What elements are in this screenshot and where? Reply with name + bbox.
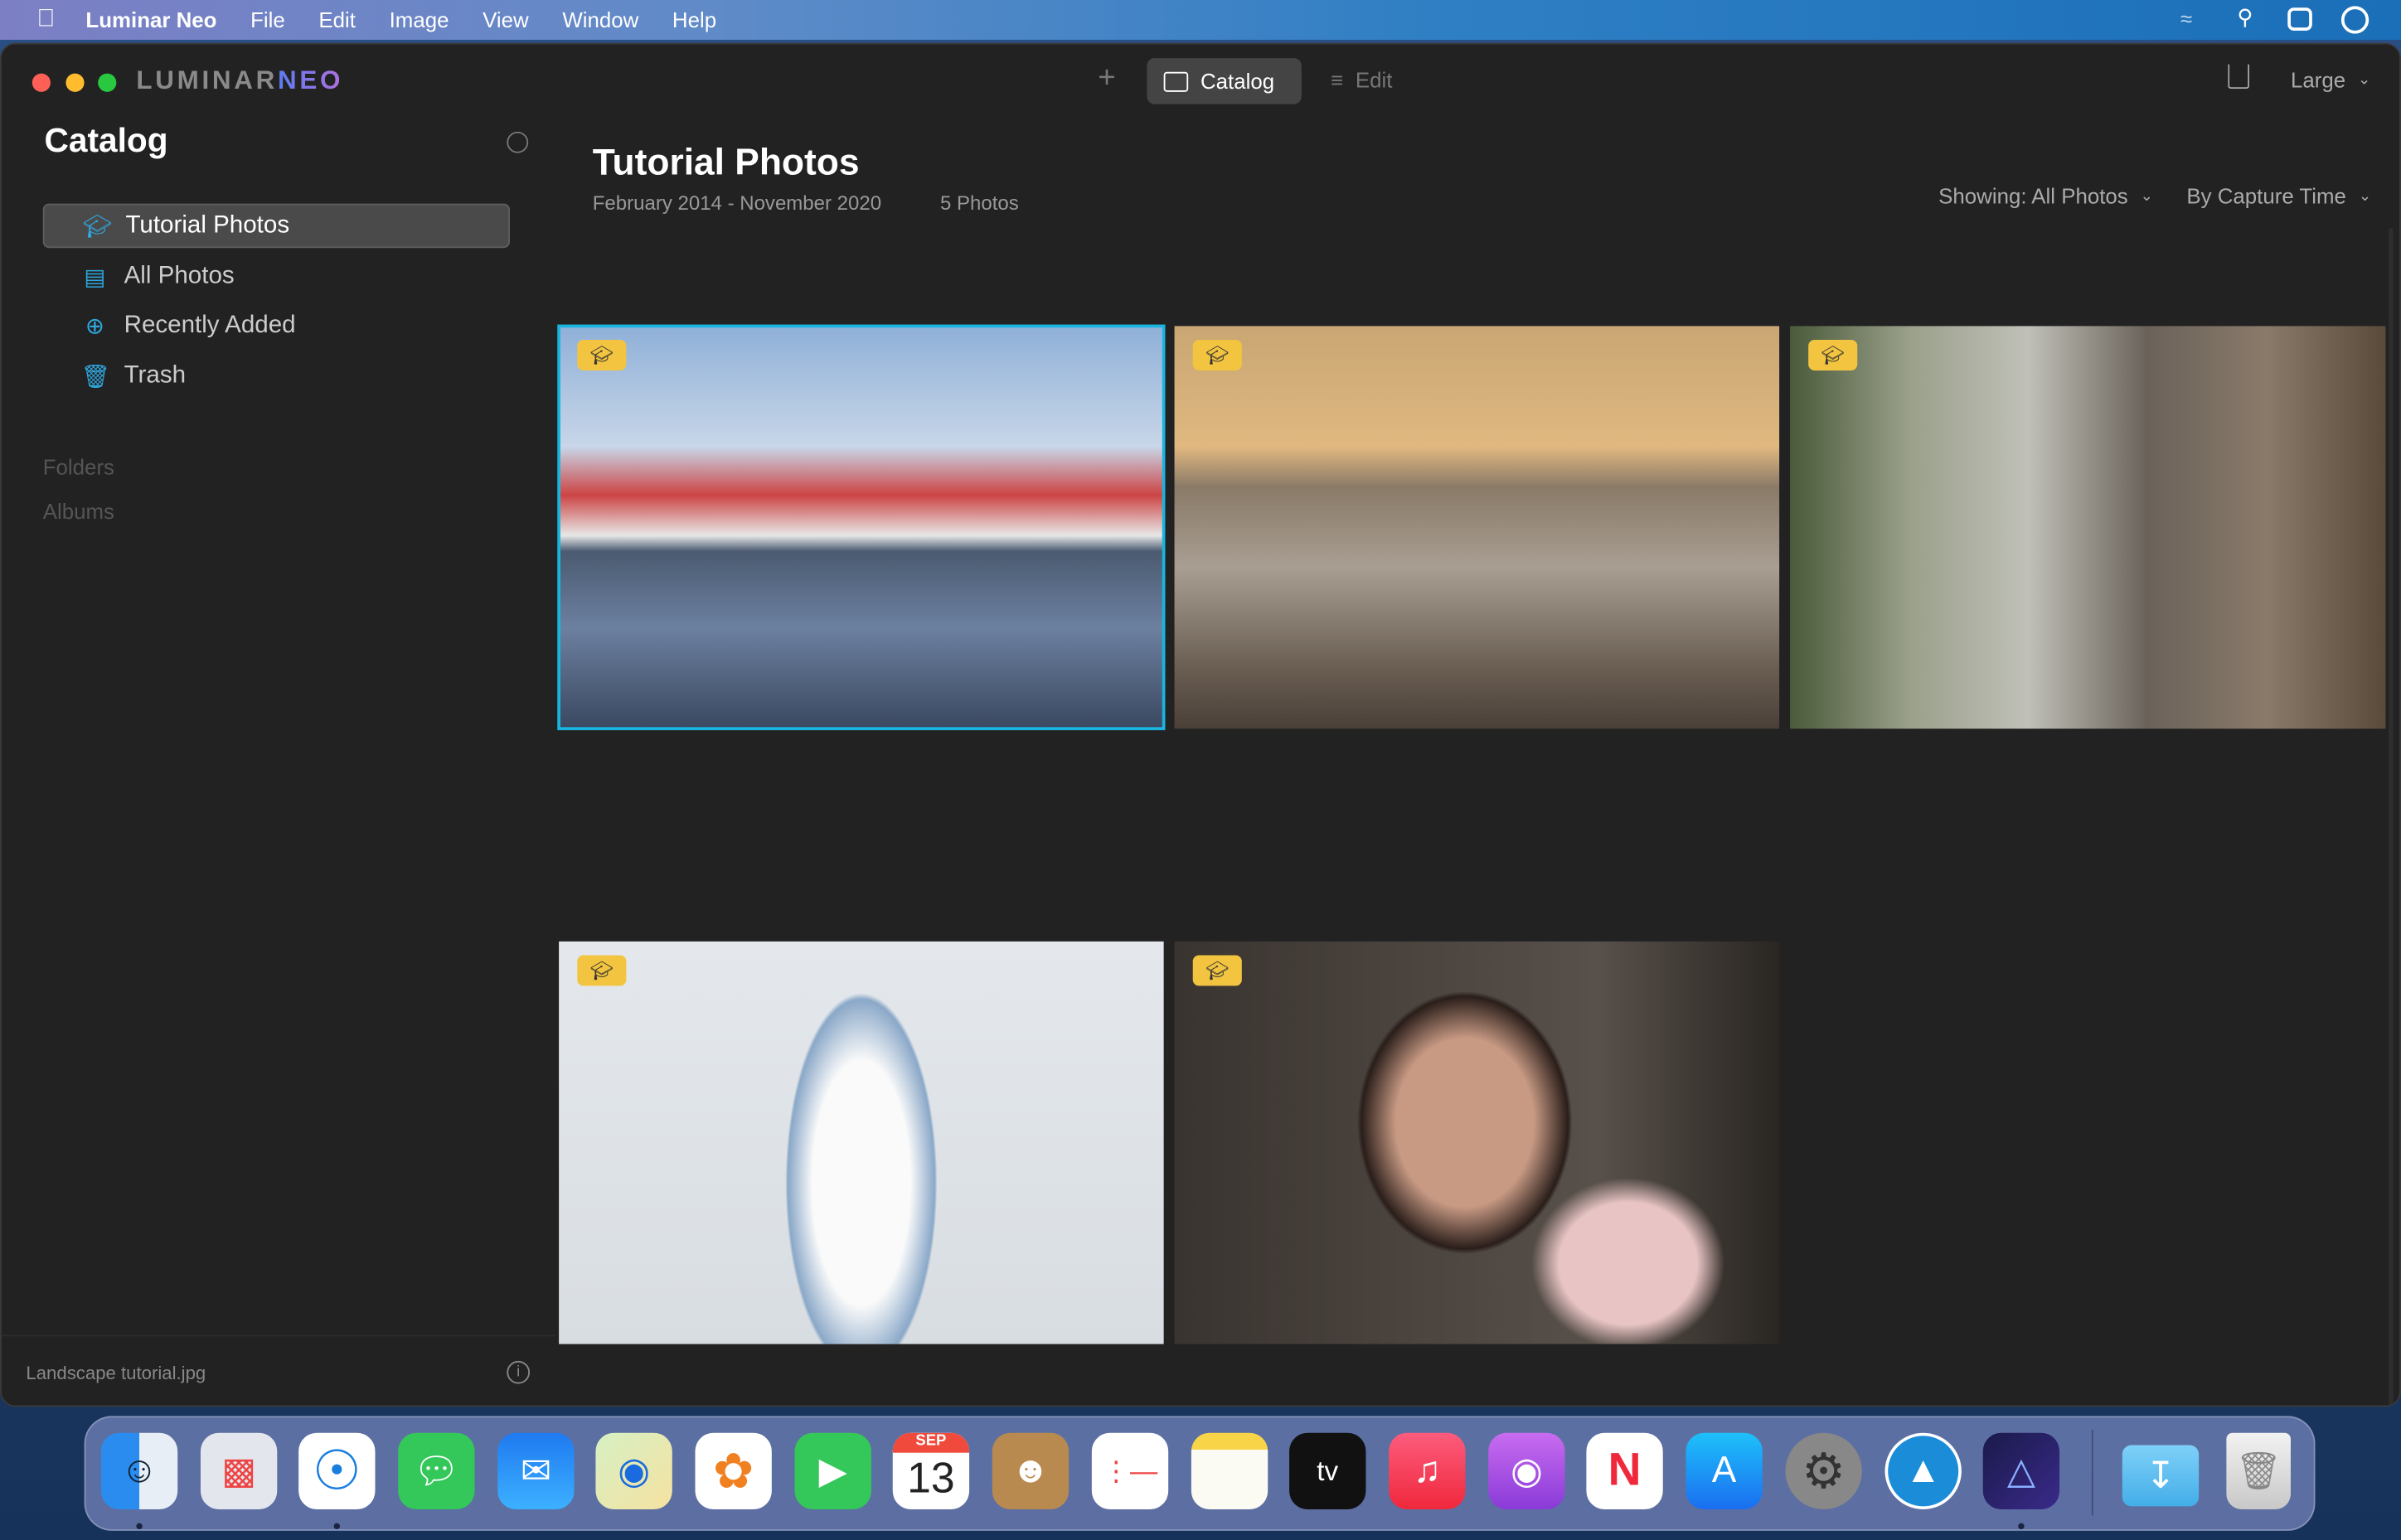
dock: ☺ ▩ ☉ 💬︎ ✉ ◉ ✿ ▶ SEP 13 ☻ ⋮— tv ♫ ◉ N A … — [84, 1416, 2316, 1531]
running-indicator — [333, 1523, 341, 1530]
minimize-button[interactable] — [65, 73, 85, 92]
dock-apple-tv-icon[interactable]: tv — [1289, 1432, 1366, 1510]
sliders-icon: ≡ — [1330, 67, 1344, 92]
dock-launchpad-icon[interactable]: ▩ — [200, 1432, 278, 1510]
sidebar-item-label: All Photos — [124, 262, 235, 289]
photo-thumbnail[interactable]: 🎓︎ — [1790, 326, 2386, 729]
photo-thumbnail[interactable]: 🎓︎ — [559, 941, 1164, 1344]
dock-music-icon[interactable]: ♫ — [1389, 1432, 1466, 1510]
add-icon[interactable]: + — [1098, 61, 1116, 96]
wifi-icon[interactable]: ≈ — [2180, 6, 2192, 31]
scrollbar[interactable] — [2389, 228, 2394, 1406]
photo-thumbnail[interactable]: 🎓︎ — [1174, 326, 1780, 729]
apple-icon[interactable]:  — [36, 6, 55, 33]
sidebar-item-label: Tutorial Photos — [125, 211, 290, 239]
thumbnail-size-dropdown[interactable]: Large ⌄ — [2291, 67, 2370, 92]
control-center-icon[interactable] — [2287, 7, 2312, 31]
desktop:  Luminar Neo File Edit Image View Windo… — [0, 0, 2401, 1540]
dock-system-preferences-icon[interactable]: ⚙ — [1785, 1432, 1862, 1510]
menu-edit[interactable]: Edit — [318, 7, 356, 32]
menu-image[interactable]: Image — [390, 7, 449, 32]
selected-file-name: Landscape tutorial.jpg — [26, 1362, 206, 1384]
sidebar-footer-divider — [1, 1334, 556, 1337]
dock-news-icon[interactable]: N — [1586, 1432, 1663, 1510]
dock-reminders-icon[interactable]: ⋮— — [1091, 1432, 1169, 1510]
spotlight-search-icon[interactable]: ⚲ — [2237, 5, 2253, 31]
tab-edit[interactable]: ≡ Edit — [1331, 67, 1392, 92]
luminar-window: LUMINARNEO + Catalog ≡ Edit Large ⌄ Catal… — [0, 42, 2401, 1407]
close-button[interactable] — [32, 73, 51, 92]
sidebar-section-folders[interactable]: Folders — [43, 455, 114, 480]
running-indicator — [136, 1523, 143, 1530]
chevron-down-icon: ⌄ — [2357, 70, 2371, 89]
tab-catalog-label: Catalog — [1200, 69, 1275, 94]
menu-file[interactable]: File — [250, 7, 285, 32]
dock-safari-icon[interactable]: ☉ — [298, 1432, 376, 1510]
dock-downloads-folder-icon[interactable]: ↧ — [2122, 1445, 2200, 1507]
chevron-down-icon: ⌄ — [2358, 187, 2372, 205]
photo-thumbnail[interactable]: 🎓︎ — [1174, 941, 1780, 1344]
dock-separator — [2091, 1430, 2093, 1516]
menu-window[interactable]: Window — [562, 7, 638, 32]
graduation-cap-icon: 🎓︎ — [82, 213, 112, 240]
filter-label: Showing: All Photos — [1938, 183, 2128, 209]
menu-help[interactable]: Help — [672, 7, 716, 32]
dock-luminar-share-icon[interactable]: ▲ — [1884, 1432, 1962, 1510]
photo-thumbnail[interactable]: 🎓︎ — [557, 324, 1166, 730]
dock-podcasts-icon[interactable]: ◉ — [1488, 1432, 1565, 1510]
dock-mail-icon[interactable]: ✉ — [497, 1432, 575, 1510]
dock-app-store-icon[interactable]: A — [1686, 1432, 1763, 1510]
sidebar-item-all-photos[interactable]: ▤ All Photos — [43, 254, 510, 299]
menu-view[interactable]: View — [483, 7, 529, 32]
sidebar-title: Catalog — [44, 120, 168, 160]
sidebar-item-trash[interactable]: 🗑︎ Trash — [43, 354, 510, 399]
photo-stack-icon: ▤ — [84, 264, 106, 290]
dock-notes-icon[interactable] — [1191, 1432, 1268, 1510]
menu-bar:  Luminar Neo File Edit Image View Windo… — [0, 0, 2401, 41]
sidebar-item-label: Recently Added — [124, 311, 296, 338]
calendar-day: 13 — [907, 1454, 955, 1502]
luminar-neo-logo: LUMINARNEO — [136, 65, 344, 95]
plus-circle-icon: ⊕ — [85, 312, 105, 340]
share-icon[interactable] — [2228, 64, 2250, 90]
tutorial-badge-icon: 🎓︎ — [577, 955, 627, 986]
folder-icon — [1163, 70, 1189, 91]
dock-calendar-icon[interactable]: SEP 13 — [892, 1432, 970, 1510]
sidebar-item-label: Trash — [124, 361, 187, 389]
tab-edit-label: Edit — [1355, 67, 1393, 92]
sidebar-item-recently-added[interactable]: ⊕ Recently Added — [43, 303, 510, 348]
sort-label: By Capture Time — [2186, 183, 2346, 209]
dock-trash-icon[interactable]: 🗑︎ — [2226, 1432, 2291, 1510]
sidebar-section-albums[interactable]: Albums — [43, 499, 114, 524]
tab-catalog[interactable]: Catalog — [1147, 58, 1302, 104]
dock-maps-icon[interactable]: ◉ — [595, 1432, 672, 1510]
dock-contacts-icon[interactable]: ☻ — [992, 1432, 1070, 1510]
clock-icon[interactable] — [2340, 6, 2369, 34]
tutorial-badge-icon: 🎓︎ — [577, 340, 627, 370]
menu-app-name[interactable]: Luminar Neo — [85, 7, 216, 32]
sidebar-item-tutorial-photos[interactable]: 🎓︎ Tutorial Photos — [42, 203, 511, 249]
tutorial-badge-icon: 🎓︎ — [1192, 955, 1242, 986]
dock-luminar-neo-icon[interactable]: △ — [1982, 1432, 2060, 1510]
date-range: February 2014 - November 2020 — [592, 191, 882, 215]
dock-finder-icon[interactable]: ☺ — [100, 1432, 178, 1510]
dock-facetime-icon[interactable]: ▶ — [794, 1432, 871, 1510]
dock-photos-icon[interactable]: ✿ — [695, 1432, 772, 1510]
search-icon[interactable] — [507, 131, 529, 153]
tutorial-badge-icon: 🎓︎ — [1808, 340, 1858, 370]
running-indicator — [2018, 1523, 2025, 1530]
dock-messages-icon[interactable]: 💬︎ — [398, 1432, 475, 1510]
tutorial-badge-icon: 🎓︎ — [1192, 340, 1242, 370]
page-title: Tutorial Photos — [592, 142, 860, 184]
filter-dropdown[interactable]: Showing: All Photos ⌄ — [1938, 184, 2153, 209]
calendar-month: SEP — [892, 1432, 970, 1453]
thumbnail-size-label: Large — [2290, 67, 2346, 92]
sort-dropdown[interactable]: By Capture Time ⌄ — [2186, 184, 2371, 209]
photo-count: 5 Photos — [939, 191, 1019, 215]
chevron-down-icon: ⌄ — [2140, 187, 2154, 205]
trash-icon: 🗑︎ — [80, 363, 111, 390]
zoom-button[interactable] — [98, 73, 117, 92]
info-icon[interactable]: i — [507, 1360, 531, 1384]
